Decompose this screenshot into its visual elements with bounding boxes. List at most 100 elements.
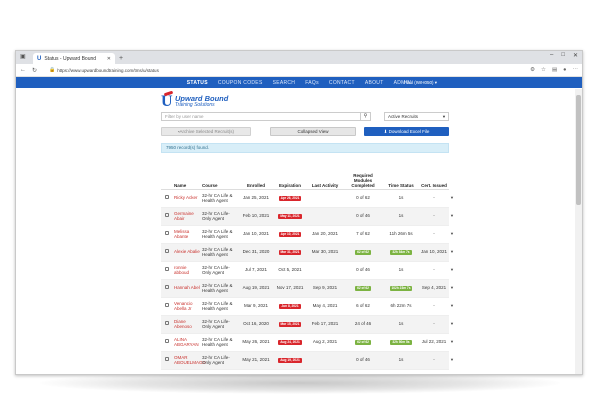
row-checkbox[interactable] — [165, 195, 169, 200]
recruit-name-link[interactable]: Diane Abenoso — [173, 315, 201, 334]
table-row[interactable]: Alexie Abalie 32-hr CA Life & Health Agen… — [161, 243, 454, 262]
scrollbar[interactable] — [575, 89, 582, 374]
nav-search[interactable]: SEARCH — [273, 80, 296, 86]
filter-value: Active Recruits — [388, 114, 419, 119]
recruit-name-link[interactable]: Hannah Abel — [173, 279, 201, 298]
logo-mark-icon: U — [161, 90, 174, 110]
modules-text: 6 of 62 — [356, 303, 370, 309]
table-row[interactable]: OMAR ABOUELMAGD 32-hr CA Life-Only Agent M… — [161, 351, 454, 370]
row-expand-chevron-icon[interactable]: ▼ — [450, 267, 454, 272]
collections-icon[interactable]: ▤ — [552, 67, 557, 73]
row-checkbox[interactable] — [165, 303, 169, 308]
extensions-icon[interactable]: ⚙ — [530, 67, 535, 73]
favorites-icon[interactable]: ☆ — [541, 67, 546, 73]
time-status-cell: 1s — [383, 315, 419, 334]
time-text: 1s — [398, 357, 404, 363]
recruit-name-link[interactable]: ronnie abboud — [173, 261, 201, 280]
table-row[interactable]: ronnie abboud 32-hr CA Life-Only Agent Jul… — [161, 261, 454, 280]
col-name[interactable]: Name — [173, 159, 201, 190]
recruit-name-link[interactable]: Ricky Acker — [173, 189, 201, 208]
cert-issued-cell: - — [419, 297, 449, 316]
collapsed-view-button[interactable]: Collapsed View — [270, 127, 356, 136]
recruit-name-link[interactable]: Venancio Abella Jr — [173, 297, 201, 316]
row-checkbox[interactable] — [165, 231, 169, 236]
row-expand-chevron-icon[interactable]: ▼ — [450, 303, 454, 308]
row-checkbox[interactable] — [165, 213, 169, 218]
col-last-activity[interactable]: Last Activity — [307, 159, 343, 190]
nav-status[interactable]: STATUS — [187, 80, 208, 86]
recruit-name-link[interactable]: Alexie Abalie — [173, 243, 201, 262]
close-window-icon[interactable]: ✕ — [573, 52, 578, 59]
nav-contact[interactable]: CONTACT — [329, 80, 355, 86]
site-logo[interactable]: U Upward Bound Training Solutions — [161, 90, 228, 110]
last-activity-cell — [307, 351, 343, 370]
col-expiration[interactable]: Expiration — [273, 159, 307, 190]
recruit-name-link[interactable]: OMAR ABOUELMAGD — [173, 351, 206, 370]
table-row[interactable]: Germaine Abair 32-hr CA Life-Only Agent Fe… — [161, 207, 454, 226]
browser-tab[interactable]: U Status - Upward Bound ✕ — [33, 53, 115, 64]
table-row[interactable]: Venancio Abella Jr 32-hr CA Life & Health… — [161, 297, 454, 316]
col-modules[interactable]: Required Modules Completed — [343, 159, 383, 190]
refresh-icon[interactable]: ↻ — [32, 67, 37, 74]
more-icon[interactable]: ⋯ — [573, 67, 579, 73]
enrolled-cell: May 21, 2021 — [239, 351, 273, 370]
col-enrolled[interactable]: Enrolled — [239, 159, 273, 190]
search-button[interactable]: ⚲ — [361, 112, 371, 121]
recruit-name-link[interactable]: Germaine Abair — [173, 207, 201, 226]
expiration-badge: Mar 15, 2021 — [278, 322, 302, 327]
tab-close-icon[interactable]: ✕ — [107, 56, 111, 62]
row-checkbox[interactable] — [165, 285, 169, 290]
table-row[interactable]: Ricky Acker 32-hr CA Life & Health Agent J… — [161, 189, 454, 208]
new-tab-icon[interactable]: + — [119, 53, 123, 64]
archive-button[interactable]: ▪Archive Selected Recruit(s) — [161, 127, 251, 136]
row-expand-chevron-icon[interactable]: ▼ — [450, 285, 454, 290]
modules-badge: 62 of 62 — [355, 340, 371, 345]
row-expand-chevron-icon[interactable]: ▼ — [450, 249, 454, 254]
table-row[interactable]: Diane Abenoso 32-hr CA Life-Only Agent Oct… — [161, 315, 454, 334]
last-activity-cell — [307, 189, 343, 208]
row-expand-chevron-icon[interactable]: ▼ — [450, 339, 454, 344]
row-expand-chevron-icon[interactable]: ▼ — [450, 213, 454, 218]
user-menu[interactable]: Paul (IWH050) ▾ — [404, 80, 437, 86]
profile-icon[interactable]: ● — [563, 67, 566, 73]
row-expand-chevron-icon[interactable]: ▼ — [450, 195, 454, 200]
nav-coupon-codes[interactable]: COUPON CODES — [218, 80, 263, 86]
window-menu-icon[interactable]: ▣ — [20, 53, 26, 60]
row-checkbox[interactable] — [165, 249, 169, 254]
table-row[interactable]: Melissa Abante 32-hr CA Life & Health Age… — [161, 225, 454, 244]
time-status-cell: 32h 50m 5s — [383, 333, 419, 352]
nav-faqs[interactable]: FAQs — [305, 80, 319, 86]
recruit-name-link[interactable]: Melissa Abante — [173, 225, 201, 244]
expiration-badge: Apr 26, 2021 — [278, 196, 302, 201]
row-checkbox[interactable] — [165, 357, 169, 362]
expiration-badge: Aug 24, 2021 — [278, 340, 302, 345]
col-cert-issued[interactable]: Cert. Issued — [419, 159, 449, 190]
recruit-name-link[interactable]: ALINA ABGARYAN — [173, 333, 201, 352]
row-expand-chevron-icon[interactable]: ▼ — [450, 231, 454, 236]
back-icon[interactable]: ← — [20, 67, 26, 73]
status-filter-select[interactable]: Active Recruits ▼ — [384, 112, 449, 121]
time-status-cell: 32h 54m 7s — [383, 243, 419, 262]
stage: ▣ U Status - Upward Bound ✕ + – □ ✕ ← ↻ … — [0, 0, 600, 402]
row-checkbox[interactable] — [165, 267, 169, 272]
expiration-badge: May 11, 2021 — [278, 214, 302, 219]
table-row[interactable]: Hannah Abel 32-hr CA Life & Health Agent A… — [161, 279, 454, 298]
nav-about[interactable]: ABOUT — [365, 80, 384, 86]
row-expand-chevron-icon[interactable]: ▼ — [450, 357, 454, 362]
download-excel-button[interactable]: ⬇ Download Excel File — [364, 127, 449, 136]
maximize-icon[interactable]: □ — [561, 52, 565, 59]
enrolled-cell: Jan 25, 2021 — [239, 189, 273, 208]
col-time-status[interactable]: Time Status — [383, 159, 419, 190]
url-field[interactable]: 🔒 https://www.upwardboundtraining.com/tm… — [49, 67, 159, 73]
table-row[interactable]: ALINA ABGARYAN 32-hr CA Life & Health Age… — [161, 333, 454, 352]
course-cell: 32-hr CA Life-Only Agent — [201, 261, 239, 280]
scrollbar-thumb[interactable] — [576, 95, 581, 205]
row-expand-chevron-icon[interactable]: ▼ — [450, 321, 454, 326]
modules-text: 0 of 46 — [356, 357, 370, 363]
minimize-icon[interactable]: – — [550, 52, 553, 59]
enrolled-cell: Feb 10, 2021 — [239, 207, 273, 226]
search-input[interactable]: Filter by user name — [161, 112, 361, 121]
row-checkbox[interactable] — [165, 321, 169, 326]
col-course[interactable]: Course — [201, 159, 239, 190]
row-checkbox[interactable] — [165, 339, 169, 344]
